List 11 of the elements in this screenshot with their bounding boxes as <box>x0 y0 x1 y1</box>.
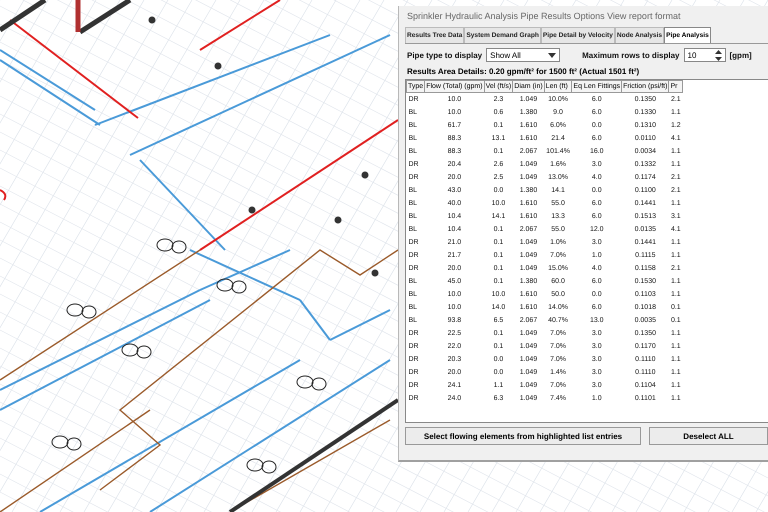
pipe-type-label: Pipe type to display <box>407 50 482 60</box>
window-title: Sprinkler Hydraulic Analysis Pipe Results Options View report format <box>406 10 682 23</box>
deselect-button[interactable]: Deselect ALL <box>649 427 768 445</box>
unit-label: [gpm] <box>730 50 752 60</box>
results-details: Results Area Details: 0.20 gpm/ft² for 1500 ft² (Actual 1501 ft²) <box>406 66 640 78</box>
max-rows-spinner[interactable]: 10 <box>684 48 726 62</box>
spinner-arrows-icon <box>714 50 722 60</box>
caret-icon <box>548 52 556 58</box>
pipe-type-dropdown[interactable]: Show All <box>486 48 560 62</box>
max-rows-label: Maximum rows to display <box>582 50 680 60</box>
select-button[interactable]: Select flowing elements from highlighted list entries <box>405 427 641 445</box>
